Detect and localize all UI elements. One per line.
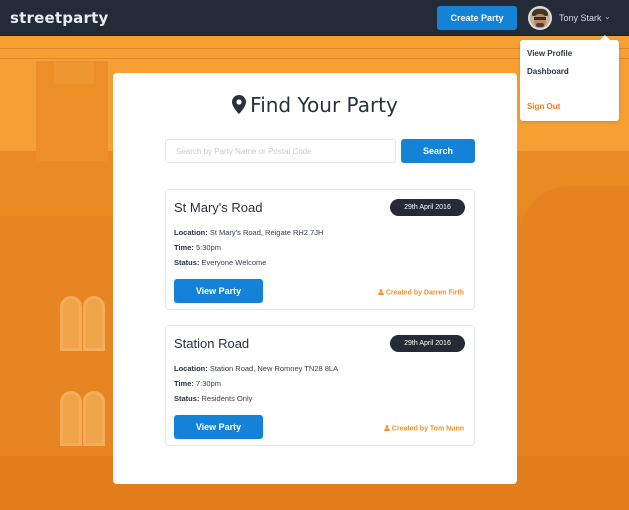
user-menu-toggle[interactable]: Tony Stark <box>559 13 602 23</box>
party-name: Station Road <box>174 336 250 351</box>
party-name: St Mary's Road <box>174 200 263 215</box>
created-by: Created by Darren Firth <box>377 289 464 297</box>
page-title-text: Find Your Party <box>250 93 398 117</box>
user-icon <box>383 425 390 431</box>
bg-window <box>83 296 105 351</box>
party-location: Location: St Mary's Road, Reigate RH2 7J… <box>174 228 324 237</box>
map-marker-icon <box>232 95 247 114</box>
page-title: Find Your Party <box>113 93 517 117</box>
find-party-panel: Find Your Party Search St Mary's Road 29… <box>113 73 517 484</box>
party-card: St Mary's Road 29th April 2016 Location:… <box>165 189 475 310</box>
date-badge: 29th April 2016 <box>390 199 465 216</box>
view-party-button[interactable]: View Party <box>174 415 263 439</box>
party-time: Time: 7:30pm <box>174 379 221 388</box>
party-status: Status: Everyone Welcome <box>174 258 267 267</box>
party-status: Status: Residents Only <box>174 394 253 403</box>
search-button[interactable]: Search <box>401 139 475 163</box>
bg-window <box>83 391 105 446</box>
search-input[interactable] <box>165 139 396 163</box>
menu-item-sign-out[interactable]: Sign Out <box>527 102 560 111</box>
navbar: streetparty Create Party Tony Stark ⌄ <box>0 0 629 36</box>
date-badge: 29th April 2016 <box>390 335 465 352</box>
created-by: Created by Tom Nunn <box>383 425 464 433</box>
party-location: Location: Station Road, New Romney TN28 … <box>174 364 339 373</box>
bg-window <box>60 296 82 351</box>
avatar[interactable] <box>528 6 552 30</box>
view-party-button[interactable]: View Party <box>174 279 263 303</box>
chevron-down-icon[interactable]: ⌄ <box>604 12 611 21</box>
menu-item-view-profile[interactable]: View Profile <box>527 49 572 58</box>
create-party-button[interactable]: Create Party <box>437 6 517 30</box>
menu-item-dashboard[interactable]: Dashboard <box>527 67 569 76</box>
user-icon <box>377 289 384 295</box>
brand-logo[interactable]: streetparty <box>10 9 108 27</box>
bg-window <box>60 391 82 446</box>
user-dropdown-menu: View Profile Dashboard Sign Out <box>520 35 619 121</box>
party-time: Time: 5:30pm <box>174 243 221 252</box>
bg-chimney-top <box>54 62 94 84</box>
party-card: Station Road 29th April 2016 Location: S… <box>165 325 475 446</box>
